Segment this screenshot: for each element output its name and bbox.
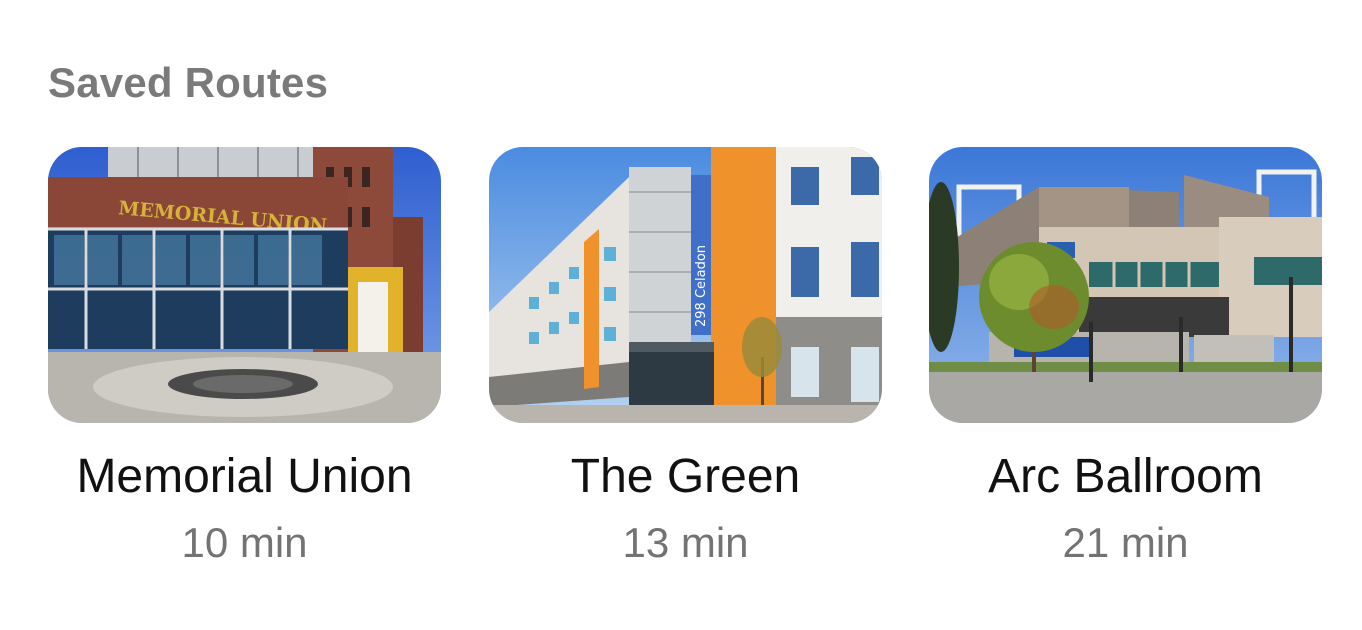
the-green-photo: 298 Celadon — [489, 147, 882, 423]
route-duration: 10 min — [181, 519, 308, 566]
route-thumbnail[interactable]: 298 Celadon — [489, 147, 882, 423]
memorial-union-photo: MEMORIAL UNION — [48, 147, 441, 423]
celadon-sign: 298 Celadon — [694, 245, 709, 327]
arc-pavilion-photo — [929, 147, 1322, 423]
route-name: Arc Ballroom — [988, 450, 1263, 503]
route-name: The Green — [570, 450, 801, 503]
route-thumbnail[interactable] — [929, 147, 1322, 423]
route-card-memorial-union[interactable]: MEMORIAL UNION Memorial Union 10 min — [48, 147, 441, 587]
section-title: Saved Routes — [48, 59, 329, 106]
saved-routes-list: MEMORIAL UNION Memorial Union 10 min 298… — [48, 147, 1322, 587]
route-card-the-green[interactable]: 298 Celadon The Green 13 min — [489, 147, 882, 587]
route-name: Memorial Union — [76, 450, 413, 503]
route-duration: 21 min — [1062, 519, 1189, 566]
route-thumbnail[interactable]: MEMORIAL UNION — [48, 147, 441, 423]
route-duration: 13 min — [622, 519, 749, 566]
route-card-arc-ballroom[interactable]: Arc Ballroom 21 min — [929, 147, 1322, 587]
